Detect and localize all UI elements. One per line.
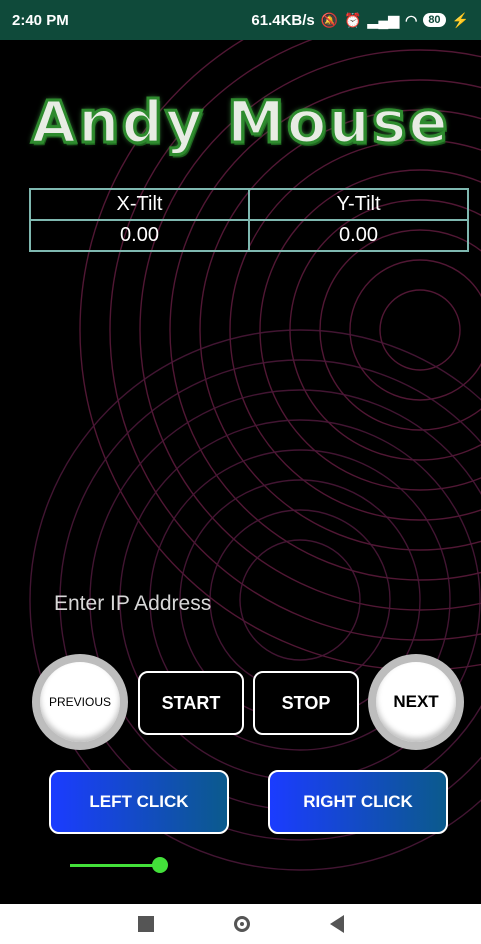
signal-icon: ▂▄▆ xyxy=(367,11,400,28)
slider-track xyxy=(70,864,158,867)
home-icon[interactable] xyxy=(233,916,250,932)
tilt-value-row: 0.00 0.00 xyxy=(29,219,469,252)
y-tilt-header: Y-Tilt xyxy=(248,188,469,221)
tilt-table: X-Tilt Y-Tilt 0.00 0.00 xyxy=(29,188,469,252)
next-button[interactable]: NEXT xyxy=(368,654,464,750)
previous-button[interactable]: PREVIOUS xyxy=(32,654,128,750)
stop-label: STOP xyxy=(281,692,331,713)
slider-thumb[interactable] xyxy=(152,857,168,873)
status-bar: 2:40 PM 61.4KB/s 🔕 ⏰ ▂▄▆ ◠ 80 ⚡ xyxy=(0,0,481,40)
navigation-bar xyxy=(0,904,481,944)
previous-label: PREVIOUS xyxy=(48,695,111,709)
x-tilt-value: 0.00 xyxy=(29,219,250,252)
network-speed: 61.4KB/s xyxy=(251,11,315,29)
status-time: 2:40 PM xyxy=(12,11,69,29)
right-click-button[interactable]: RIGHT CLICK xyxy=(268,770,448,834)
start-button[interactable]: START xyxy=(138,671,244,735)
mute-icon: 🔕 xyxy=(320,11,339,28)
app-screen: Andy Mouse X-Tilt Y-Tilt 0.00 0.00 Enter… xyxy=(0,40,481,904)
wifi-icon: ◠ xyxy=(405,11,418,28)
recent-apps-icon[interactable] xyxy=(137,916,154,932)
ip-address-input[interactable]: Enter IP Address xyxy=(54,592,211,616)
charging-icon: ⚡ xyxy=(451,11,469,28)
x-tilt-header: X-Tilt xyxy=(29,188,250,221)
next-label: NEXT xyxy=(393,692,439,711)
left-click-button[interactable]: LEFT CLICK xyxy=(49,770,229,834)
y-tilt-value: 0.00 xyxy=(248,219,469,252)
start-label: START xyxy=(161,692,221,713)
sensitivity-slider[interactable] xyxy=(70,856,170,874)
battery-icon: 80 xyxy=(423,13,446,27)
status-icons: 61.4KB/s 🔕 ⏰ ▂▄▆ ◠ 80 ⚡ xyxy=(251,12,469,29)
back-icon[interactable] xyxy=(329,915,344,933)
stop-button[interactable]: STOP xyxy=(253,671,359,735)
alarm-icon: ⏰ xyxy=(344,11,362,28)
left-click-label: LEFT CLICK xyxy=(89,792,189,811)
right-click-label: RIGHT CLICK xyxy=(303,792,413,811)
app-logo-title: Andy Mouse xyxy=(30,87,450,158)
tilt-header-row: X-Tilt Y-Tilt xyxy=(29,188,469,221)
